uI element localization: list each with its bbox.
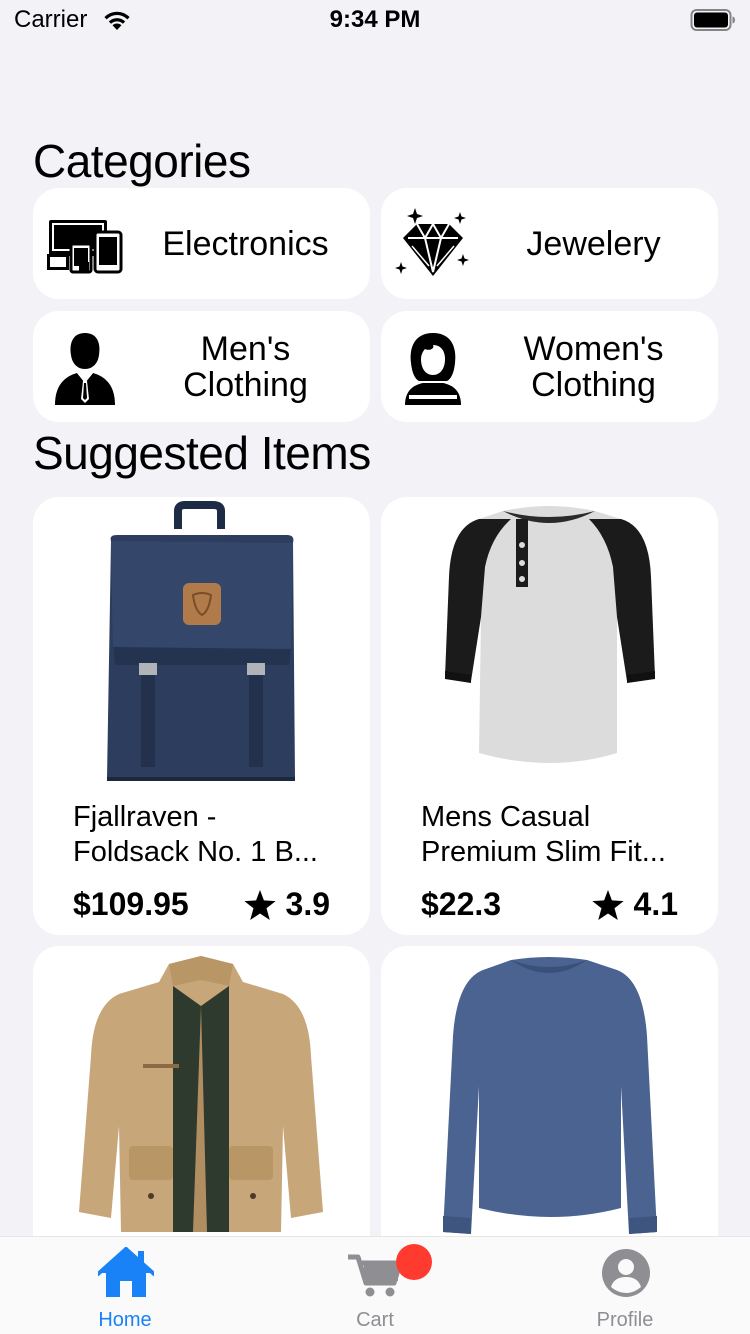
cart-icon — [348, 1254, 403, 1297]
tab-home[interactable]: Home — [0, 1237, 250, 1334]
tab-label: Cart — [356, 1309, 394, 1331]
rating-value: 4.1 — [633, 886, 678, 922]
category-label: Electronics — [162, 224, 329, 263]
product-price: $109.95 — [73, 886, 189, 922]
product-card[interactable] — [33, 946, 370, 1266]
cart-badge — [396, 1244, 432, 1280]
category-mens-clothing[interactable]: Men's Clothing — [33, 311, 370, 422]
battery-icon — [690, 9, 735, 31]
suggested-heading: Suggested Items — [33, 427, 371, 479]
clock: 9:34 PM — [329, 6, 421, 33]
product-title: Mens Casual Premium Slim Fit... — [421, 801, 666, 868]
categories-heading: Categories — [33, 135, 251, 187]
star-icon — [591, 889, 624, 920]
devices-icon — [47, 220, 123, 274]
status-bar: Carrier 9:34 PM — [0, 0, 750, 40]
tab-label: Home — [98, 1309, 152, 1331]
product-card[interactable]: Mens Casual Premium Slim Fit... $22.3 4.… — [381, 497, 718, 935]
product-card[interactable]: Fjallraven - Foldsack No. 1 B... $109.95… — [33, 497, 370, 935]
jacket-image — [79, 956, 323, 1232]
category-label: Women's Clothing — [523, 329, 664, 404]
diamond-icon — [395, 208, 469, 276]
tab-bar: Home Cart Profile — [0, 1236, 750, 1334]
tab-profile[interactable]: Profile — [500, 1237, 750, 1334]
category-electronics[interactable]: Electronics — [33, 188, 370, 299]
profile-icon — [602, 1249, 650, 1297]
long-sleeve-shirt-image — [443, 957, 657, 1234]
product-price: $22.3 — [421, 886, 502, 922]
product-rating: 4.1 — [591, 886, 678, 923]
category-label: Men's Clothing — [183, 329, 308, 404]
category-label: Jewelery — [526, 224, 661, 263]
category-jewelery[interactable]: Jewelery — [381, 188, 718, 299]
backpack-image — [107, 501, 295, 781]
tab-label: Profile — [596, 1309, 654, 1331]
product-card[interactable] — [381, 946, 718, 1266]
star-icon — [243, 889, 276, 920]
rating-value: 3.9 — [285, 886, 330, 922]
raglan-tshirt-image — [445, 506, 655, 763]
woman-icon — [405, 333, 461, 405]
man-icon — [55, 333, 115, 405]
category-womens-clothing[interactable]: Women's Clothing — [381, 311, 718, 422]
home-icon — [98, 1247, 154, 1297]
product-title: Fjallraven - Foldsack No. 1 B... — [73, 801, 318, 868]
tab-cart[interactable]: Cart — [250, 1237, 500, 1334]
product-rating: 3.9 — [243, 886, 330, 923]
